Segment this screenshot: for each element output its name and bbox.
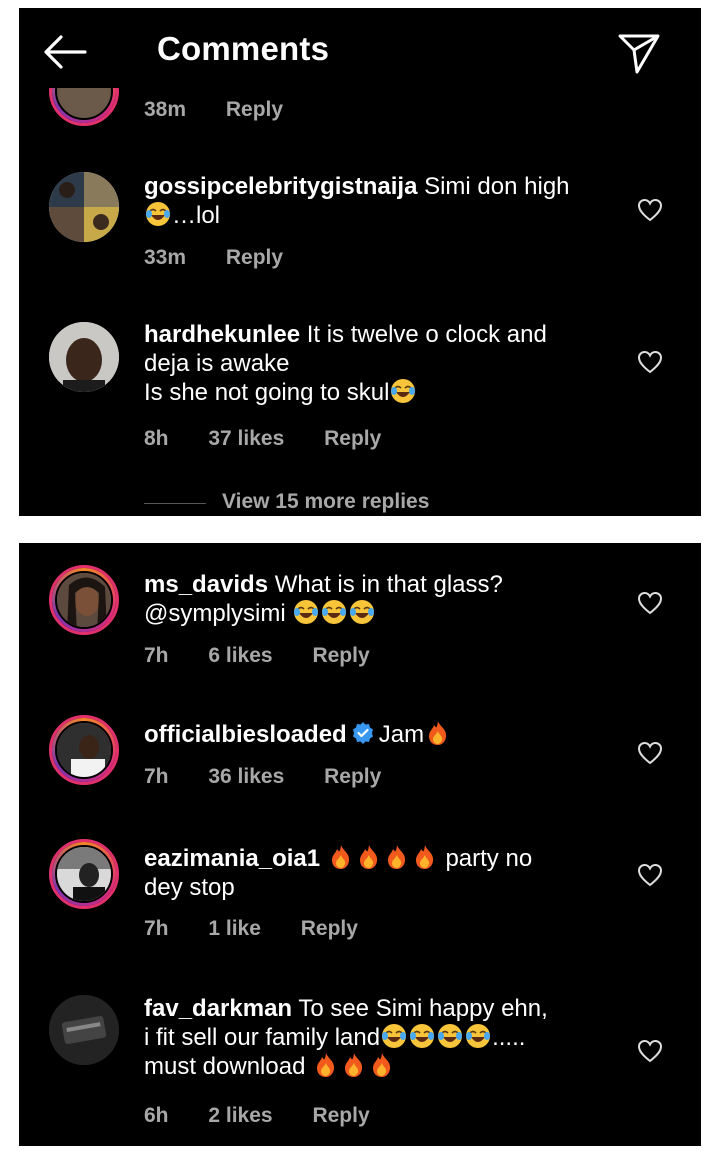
comment-meta: 6h 2 likes Reply [144,1104,404,1128]
reply-button[interactable]: Reply [301,917,358,940]
avatar-image [49,322,119,392]
comment-text: i fit sell our family land [144,1024,381,1051]
avatar-image [57,847,111,901]
comment-time: 7h [144,644,169,667]
comment-meta: 33m Reply [144,246,317,270]
comment-mention[interactable]: @symplysimi [144,600,286,627]
avatar-image [49,995,119,1065]
reply-button[interactable]: Reply [312,1104,369,1127]
comment-time: 7h [144,917,169,940]
laughing-tears-emoji [349,599,375,625]
avatar-image [57,573,111,627]
comment-username[interactable]: hardhekunlee [144,321,300,348]
send-icon [618,34,660,74]
comment-text: It is twelve o clock and [306,321,547,348]
comment-username[interactable]: fav_darkman [144,995,292,1022]
fire-emoji [328,844,354,870]
comment-username[interactable]: gossipcelebritygistnaija [144,173,417,200]
comment-meta: 7h 1 like Reply [144,917,392,941]
reply-button[interactable]: Reply [312,644,369,667]
comment-body: hardhekunlee It is twelve o clock and de… [144,320,614,407]
fire-emoji [313,1052,339,1078]
fire-emoji [425,720,451,746]
laughing-tears-emoji [145,201,171,227]
comment-likes[interactable]: 6 likes [208,644,272,667]
avatar[interactable] [49,839,119,909]
comment-text: What is in that glass? [274,571,503,598]
divider [144,503,206,504]
comment-text: …lol [172,202,221,229]
page-title: Comments [157,30,330,67]
heart-icon[interactable] [637,863,663,887]
heart-icon[interactable] [637,350,663,374]
reply-button[interactable]: Reply [324,765,381,788]
comment-text: ..... [492,1024,526,1051]
laughing-tears-emoji [437,1023,463,1049]
comment-meta: 7h 6 likes Reply [144,644,404,668]
comment-meta: 38m Reply [144,98,317,122]
comment-likes[interactable]: 2 likes [208,1104,272,1127]
comment-text: Simi don high [424,173,570,200]
comment-time: 8h [144,427,169,450]
avatar-image [49,172,119,242]
comment-text: dey stop [144,874,235,901]
comment-text: Is she not going to skul [144,379,390,406]
comment-time: 33m [144,246,187,269]
laughing-tears-emoji [293,599,319,625]
reply-button[interactable]: Reply [226,246,283,269]
avatar[interactable] [49,715,119,785]
heart-icon[interactable] [637,1039,663,1063]
comment-time: 6h [144,1104,169,1127]
avatar[interactable] [49,322,119,392]
laughing-tears-emoji [321,599,347,625]
comment-body: ms_davids What is in that glass? @symply… [144,570,614,628]
reply-button[interactable]: Reply [324,427,381,450]
comment-text: Jam [378,721,425,748]
header-bar: Comments [19,8,701,88]
avatar[interactable] [49,172,119,242]
verified-badge-icon [352,722,373,744]
fire-emoji [341,1052,367,1078]
comment-text: must download [144,1053,306,1080]
comment-username[interactable]: eazimania_oia1 [144,845,320,872]
avatar[interactable] [49,995,119,1065]
comment-time: 38m [144,98,187,121]
comment-text: To see Simi happy ehn, [298,995,548,1022]
back-button[interactable] [41,32,89,72]
laughing-tears-emoji [381,1023,407,1049]
heart-icon[interactable] [637,198,663,222]
comment-body: officialbiesloaded Jam [144,720,614,749]
comment-meta: 8h 37 likes Reply [144,427,415,451]
comment-username[interactable]: officialbiesloaded [144,721,347,748]
comment-time: 7h [144,765,169,788]
comment-meta: 7h 36 likes Reply [144,765,415,789]
reply-button[interactable]: Reply [226,98,283,121]
comment-body: gossipcelebritygistnaija Simi don high …… [144,172,614,230]
comments-panel-top: Comments 38m Reply gossipcelebritygistna… [19,8,701,516]
comment-likes[interactable]: 1 like [208,917,261,940]
fire-emoji [412,844,438,870]
send-button[interactable] [615,28,663,76]
fire-emoji [356,844,382,870]
back-arrow-icon [44,35,87,69]
comment-likes[interactable]: 36 likes [208,765,284,788]
view-more-replies-button[interactable]: View 15 more replies [222,490,429,514]
laughing-tears-emoji [409,1023,435,1049]
comment-likes[interactable]: 37 likes [208,427,284,450]
comment-text: deja is awake [144,350,290,377]
comment-username[interactable]: ms_davids [144,571,268,598]
heart-icon[interactable] [637,591,663,615]
comment-body: fav_darkman To see Simi happy ehn, i fit… [144,994,614,1081]
laughing-tears-emoji [465,1023,491,1049]
fire-emoji [369,1052,395,1078]
comments-panel-bottom: ms_davids What is in that glass? @symply… [19,543,701,1146]
fire-emoji [384,844,410,870]
heart-icon[interactable] [637,741,663,765]
laughing-tears-emoji [390,378,416,404]
comment-body: eazimania_oia1 party no dey stop [144,844,614,902]
avatar[interactable] [49,565,119,635]
comment-text: party no [445,845,533,872]
avatar-image [57,723,111,777]
